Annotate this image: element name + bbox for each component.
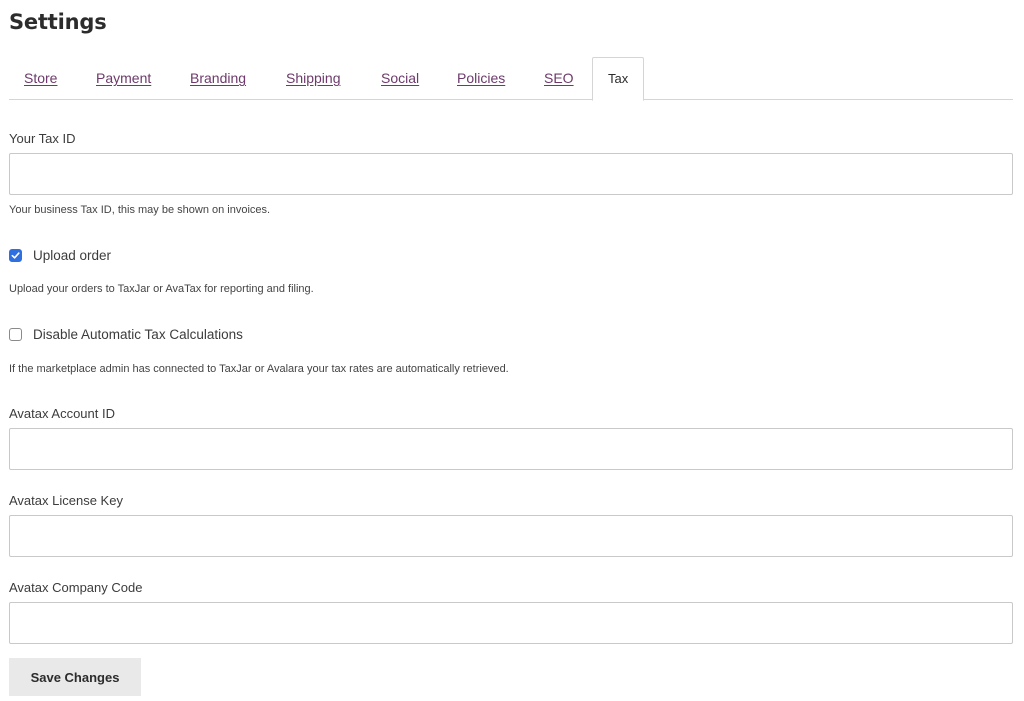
disable-auto-tax-row[interactable]: Disable Automatic Tax Calculations	[9, 327, 243, 342]
avatax-company-code-input[interactable]	[9, 602, 1013, 644]
tab-social[interactable]: Social	[381, 57, 419, 100]
avatax-company-code-label: Avatax Company Code	[9, 580, 143, 595]
upload-order-checkbox[interactable]	[9, 249, 22, 262]
upload-order-row[interactable]: Upload order	[9, 248, 111, 263]
disable-auto-tax-checkbox[interactable]	[9, 328, 22, 341]
settings-page: Settings Store Payment Branding Shipping…	[0, 0, 1024, 701]
avatax-license-key-input[interactable]	[9, 515, 1013, 557]
disable-auto-tax-label: Disable Automatic Tax Calculations	[33, 327, 243, 342]
tax-id-input[interactable]	[9, 153, 1013, 195]
avatax-license-key-label: Avatax License Key	[9, 493, 123, 508]
avatax-account-id-label: Avatax Account ID	[9, 406, 115, 421]
check-icon	[11, 252, 20, 259]
tax-id-help: Your business Tax ID, this may be shown …	[9, 204, 271, 216]
disable-auto-tax-help: If the marketplace admin has connected t…	[9, 363, 509, 375]
tab-seo[interactable]: SEO	[544, 57, 574, 100]
save-changes-button[interactable]: Save Changes	[9, 658, 141, 696]
tab-branding[interactable]: Branding	[190, 57, 246, 100]
page-title: Settings	[9, 10, 107, 34]
tab-payment[interactable]: Payment	[96, 57, 151, 100]
tab-shipping[interactable]: Shipping	[286, 57, 341, 100]
tab-store[interactable]: Store	[24, 57, 57, 100]
upload-order-label: Upload order	[33, 248, 112, 263]
tab-policies[interactable]: Policies	[457, 57, 505, 100]
avatax-account-id-input[interactable]	[9, 428, 1013, 470]
upload-order-help: Upload your orders to TaxJar or AvaTax f…	[9, 283, 314, 295]
tab-tax[interactable]: Tax	[592, 57, 645, 101]
settings-tabs: Store Payment Branding Shipping Social P…	[9, 57, 1013, 101]
tax-id-label: Your Tax ID	[9, 131, 76, 146]
